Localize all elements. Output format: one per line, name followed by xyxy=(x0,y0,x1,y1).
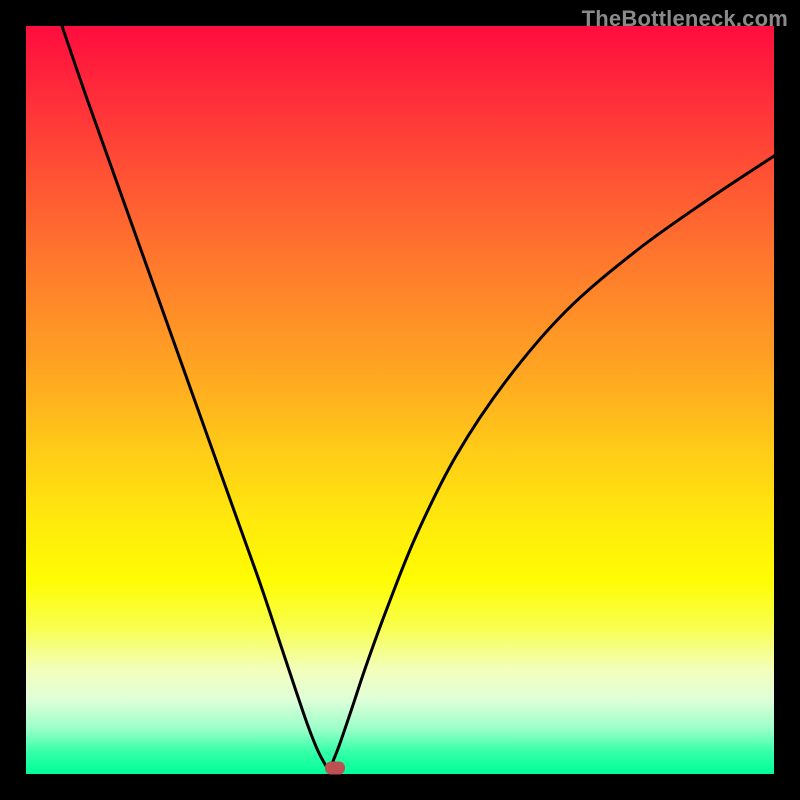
chart-curves xyxy=(26,26,774,774)
chart-frame: TheBottleneck.com xyxy=(0,0,800,800)
marker-dot xyxy=(325,762,345,775)
watermark-text: TheBottleneck.com xyxy=(582,6,788,32)
curve-right xyxy=(331,156,774,766)
plot-area xyxy=(26,26,774,774)
curve-left xyxy=(62,26,326,766)
